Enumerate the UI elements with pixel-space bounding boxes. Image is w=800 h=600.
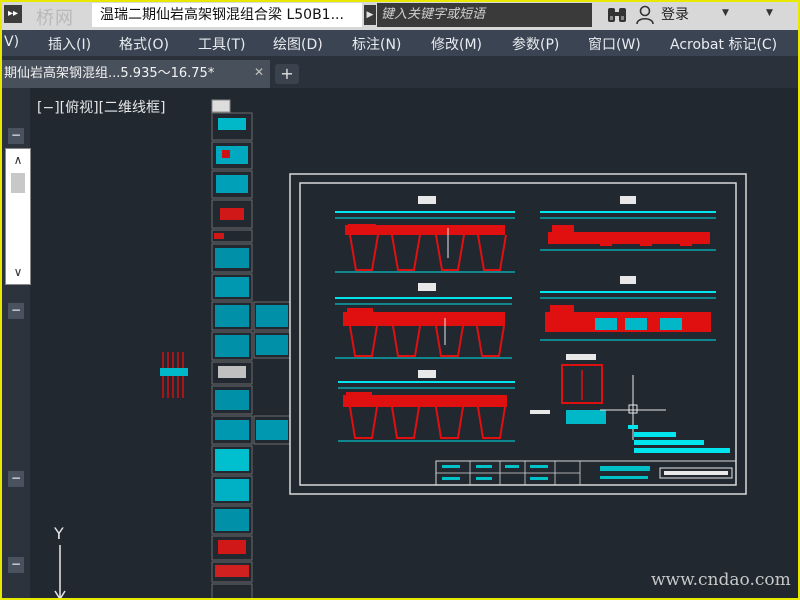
sheet-thumbnail-column: [211, 99, 291, 600]
joint-detail: [530, 354, 666, 440]
quantity-table: [628, 425, 730, 453]
watermark: www.cndao.com: [651, 570, 791, 590]
drawing-sheet: [289, 173, 747, 495]
cross-section-3: [338, 370, 515, 442]
cross-section-5: [540, 276, 716, 341]
title-block: [435, 460, 737, 486]
cross-section-4: [540, 196, 716, 251]
cross-section-1: [335, 196, 515, 273]
cross-section-2: [335, 283, 512, 359]
viewport-controls[interactable]: [−][俯视][二维线框]: [37, 97, 166, 117]
rebar-detail-drawing: [160, 352, 188, 398]
ucs-y-label: Y: [54, 524, 64, 543]
drawing-canvas[interactable]: [0, 0, 800, 600]
